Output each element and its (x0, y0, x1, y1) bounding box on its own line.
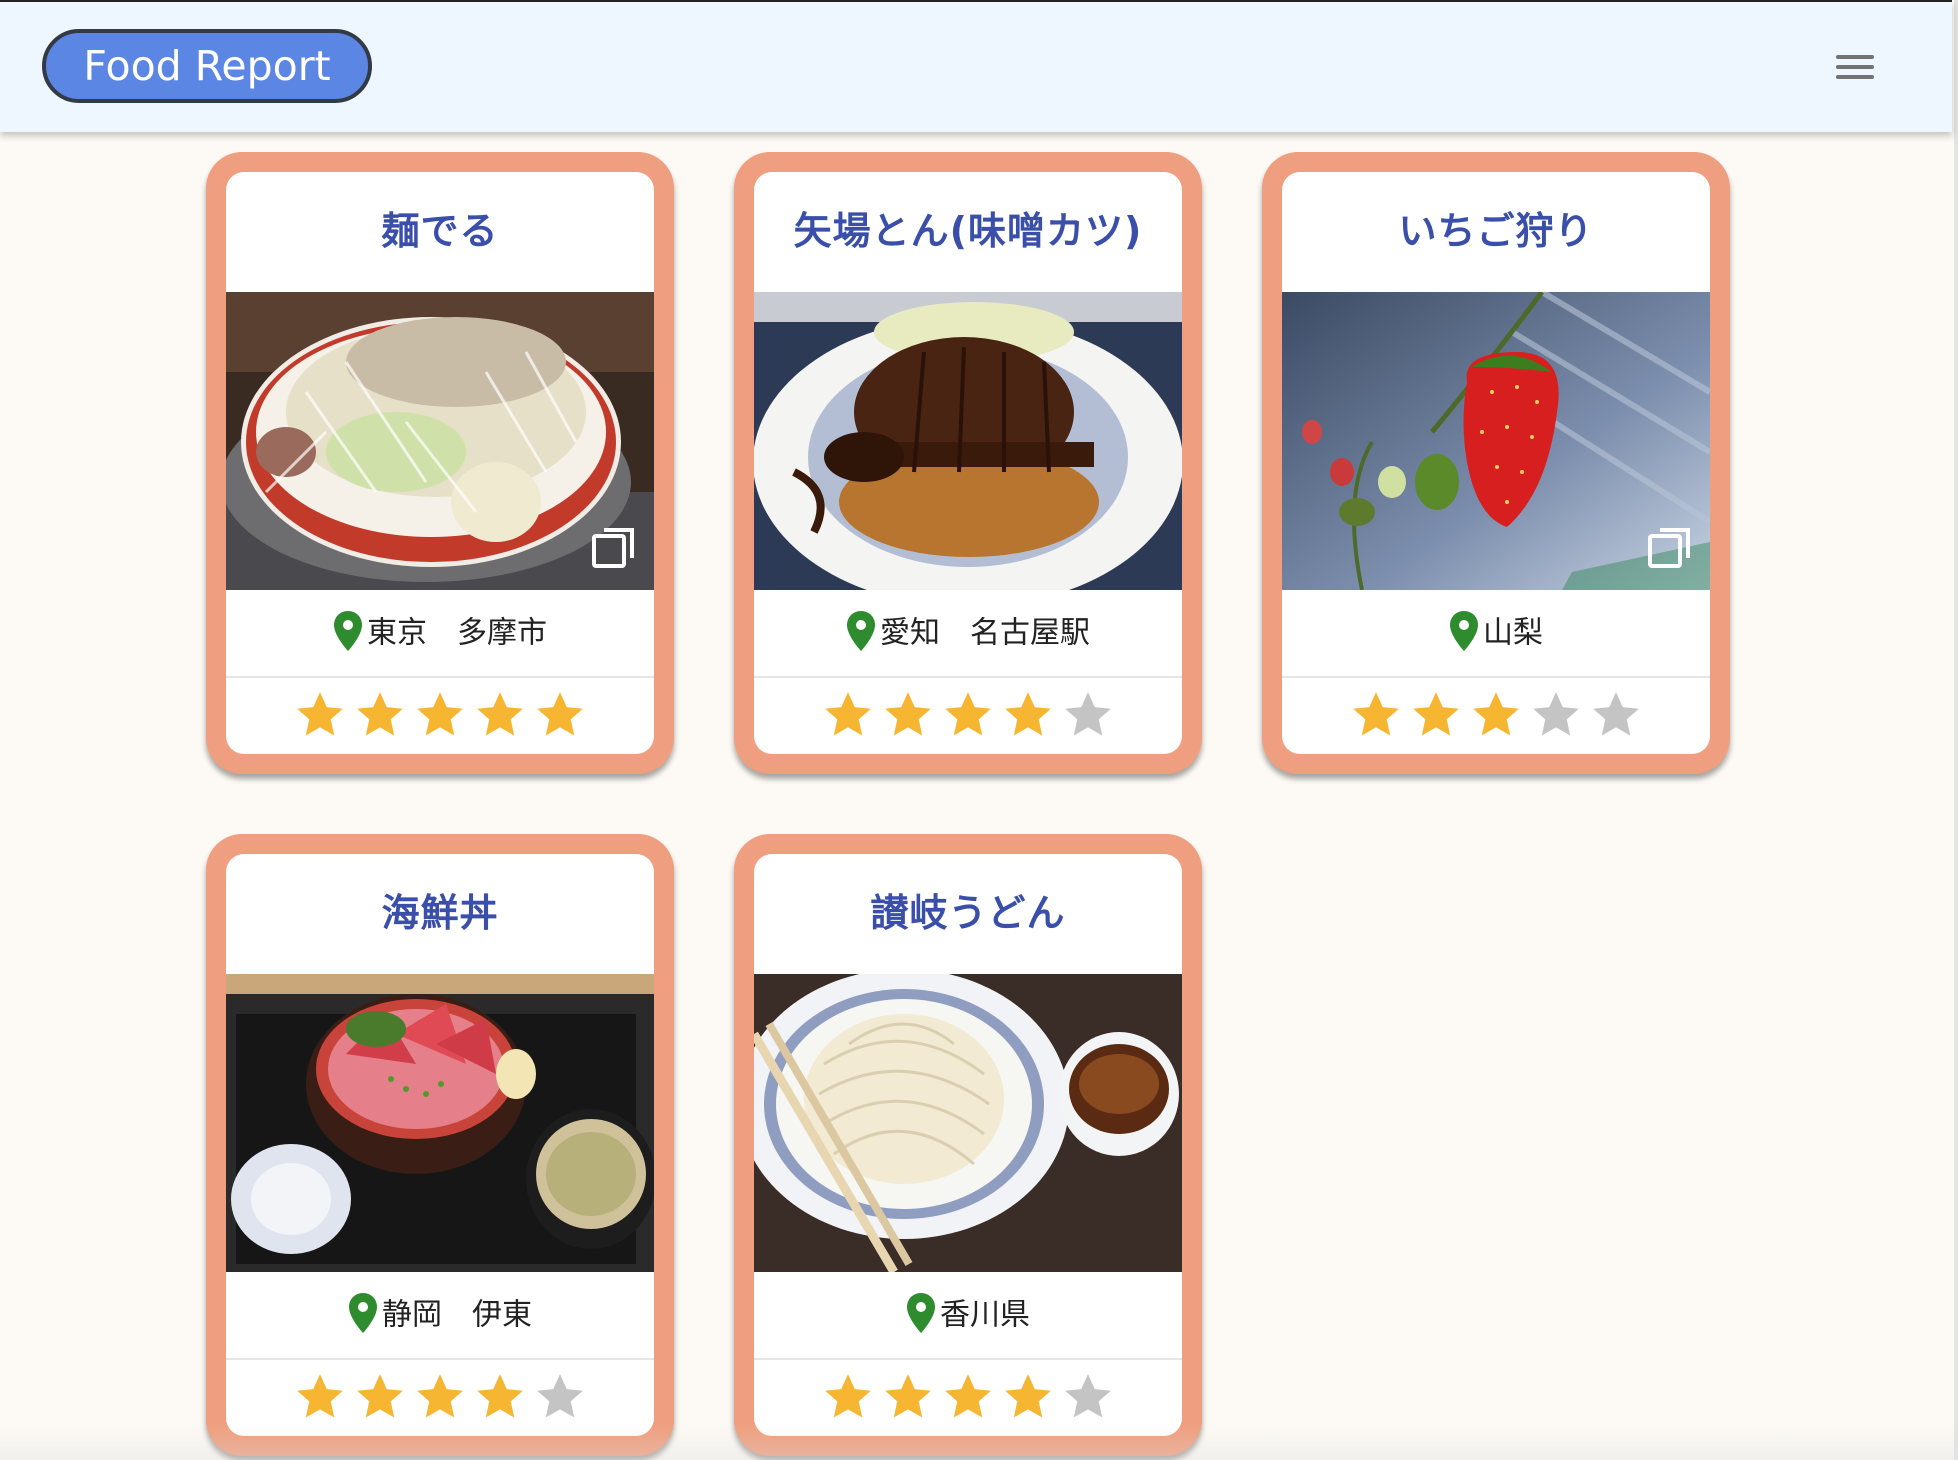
star-filled-icon (1000, 1369, 1056, 1425)
star-filled-icon (820, 1369, 876, 1425)
star-filled-icon (472, 687, 528, 743)
star-rating (226, 678, 654, 754)
star-empty-icon (1060, 1369, 1116, 1425)
menu-line (1836, 55, 1874, 59)
star-filled-icon (292, 687, 348, 743)
star-filled-icon (472, 1369, 528, 1425)
star-filled-icon (880, 1369, 936, 1425)
menu-line (1836, 65, 1874, 69)
card-body: いちご狩り 山梨 (1282, 172, 1710, 754)
star-filled-icon (352, 1369, 408, 1425)
card-title: 海鮮丼 (381, 891, 499, 935)
star-filled-icon (532, 687, 588, 743)
star-rating (754, 1360, 1182, 1436)
gallery-icon (592, 528, 634, 568)
star-filled-icon (1000, 687, 1056, 743)
map-pin-icon (1450, 610, 1478, 651)
star-filled-icon (412, 687, 468, 743)
location-text: 山梨 (1483, 615, 1543, 651)
star-rating (226, 1360, 654, 1436)
star-rating (754, 678, 1182, 754)
udon-photo (754, 974, 1182, 1272)
miso-katsu-photo (754, 292, 1182, 590)
brand-button[interactable]: Food Report (42, 29, 372, 103)
window-edge (1954, 0, 1958, 1460)
star-empty-icon (1060, 687, 1116, 743)
star-filled-icon (880, 687, 936, 743)
location-text: 東京 多摩市 (367, 615, 547, 651)
star-filled-icon (1348, 687, 1404, 743)
food-card[interactable]: 讃岐うどん 香川県 (734, 834, 1202, 1456)
card-title: 麺でる (381, 209, 499, 253)
map-pin-icon (847, 610, 875, 651)
map-pin-icon (907, 1292, 935, 1333)
location-row: 香川県 (754, 1272, 1182, 1360)
star-filled-icon (1408, 687, 1464, 743)
location-text: 香川県 (940, 1297, 1030, 1333)
food-card-grid: 麺でる 東京 多摩市 矢場とん(味噌カツ) 愛知 名古屋駅 いちご狩り 山梨 海… (0, 0, 1958, 1460)
hamburger-menu-icon[interactable] (1832, 50, 1878, 84)
food-card[interactable]: 矢場とん(味噌カツ) 愛知 名古屋駅 (734, 152, 1202, 774)
location-text: 静岡 伊東 (382, 1297, 532, 1333)
location-row: 愛知 名古屋駅 (754, 590, 1182, 678)
food-card[interactable]: 海鮮丼 静岡 伊東 (206, 834, 674, 1456)
food-card[interactable]: 麺でる 東京 多摩市 (206, 152, 674, 774)
star-filled-icon (352, 687, 408, 743)
card-title: いちご狩り (1398, 209, 1594, 253)
card-title: 矢場とん(味噌カツ) (793, 209, 1143, 253)
star-rating (1282, 678, 1710, 754)
menu-line (1836, 75, 1874, 79)
star-filled-icon (940, 687, 996, 743)
star-filled-icon (292, 1369, 348, 1425)
card-body: 麺でる 東京 多摩市 (226, 172, 654, 754)
star-filled-icon (940, 1369, 996, 1425)
card-title: 讃岐うどん (870, 891, 1066, 935)
top-bar: Food Report (0, 0, 1952, 132)
location-row: 静岡 伊東 (226, 1272, 654, 1360)
star-empty-icon (1528, 687, 1584, 743)
location-text: 愛知 名古屋駅 (880, 615, 1090, 651)
location-row: 東京 多摩市 (226, 590, 654, 678)
strawberry-photo (1282, 292, 1710, 590)
star-empty-icon (532, 1369, 588, 1425)
map-pin-icon (349, 1292, 377, 1333)
location-row: 山梨 (1282, 590, 1710, 678)
food-card[interactable]: いちご狩り 山梨 (1262, 152, 1730, 774)
star-filled-icon (412, 1369, 468, 1425)
gallery-icon (1648, 528, 1690, 568)
star-filled-icon (820, 687, 876, 743)
seafood-bowl-photo (226, 974, 654, 1272)
map-pin-icon (334, 610, 362, 651)
card-body: 海鮮丼 静岡 伊東 (226, 854, 654, 1436)
star-filled-icon (1468, 687, 1524, 743)
ramen-photo (226, 292, 654, 590)
star-empty-icon (1588, 687, 1644, 743)
card-body: 讃岐うどん 香川県 (754, 854, 1182, 1436)
card-body: 矢場とん(味噌カツ) 愛知 名古屋駅 (754, 172, 1182, 754)
